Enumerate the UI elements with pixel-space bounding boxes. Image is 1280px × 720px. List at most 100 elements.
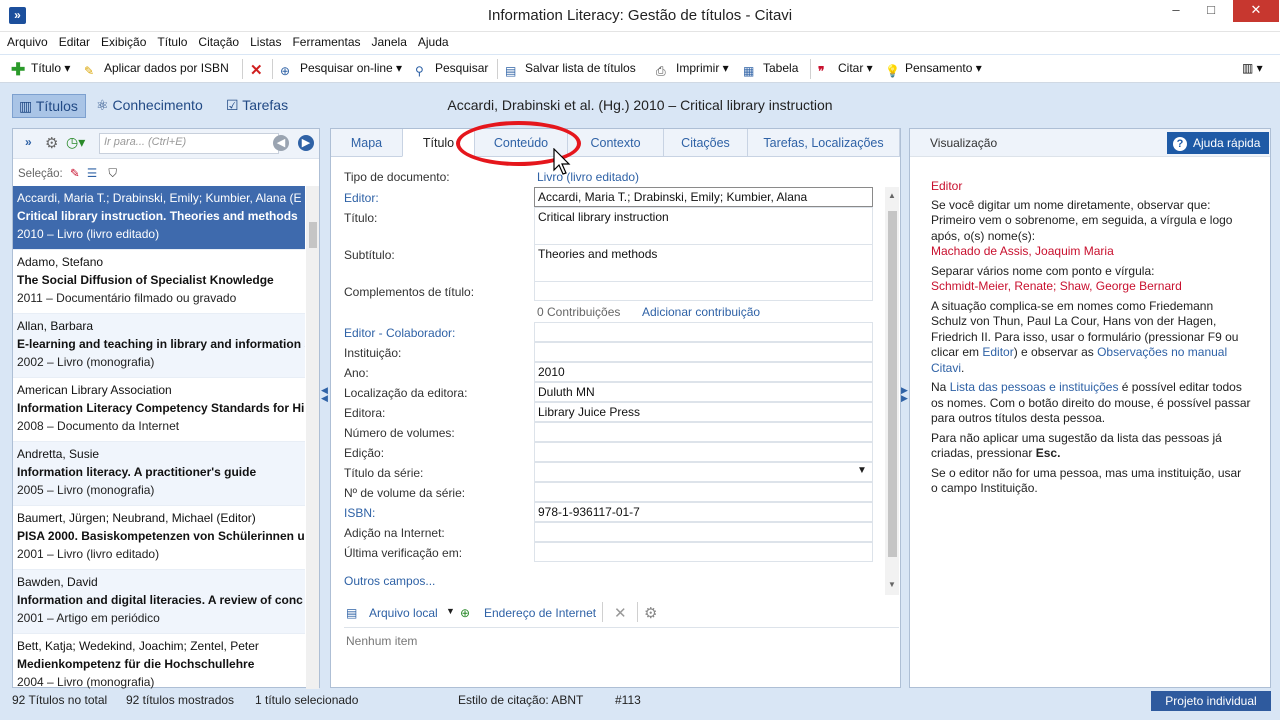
no-attachments-text: Nenhum item	[346, 634, 418, 648]
save-list-button[interactable]: ▤ Salvar lista de títulos	[505, 61, 636, 79]
editor-label-link[interactable]: Editor:	[344, 191, 379, 205]
menu-ferramentas[interactable]: Ferramentas	[285, 32, 364, 49]
editora-label: Editora:	[344, 406, 386, 420]
collapse-icon[interactable]: »	[25, 135, 32, 149]
more-fields-link[interactable]: Outros campos...	[344, 574, 435, 588]
edition-field[interactable]	[534, 442, 873, 462]
year-field[interactable]: 2010	[534, 362, 873, 382]
project-type-button[interactable]: Projeto individual	[1151, 691, 1271, 711]
isbn-field[interactable]: 978-1-936117-01-7	[534, 502, 873, 522]
forward-arrow-icon[interactable]: ▶	[298, 135, 314, 151]
collaborator-field[interactable]	[534, 322, 873, 342]
help-icon: ?	[1173, 137, 1187, 151]
nav-titulos-button[interactable]: ▥ Títulos	[12, 94, 86, 118]
title-supplement-field[interactable]	[534, 281, 873, 301]
help-link-editor[interactable]: Editor	[982, 345, 1013, 359]
title-field[interactable]: Critical library instruction	[534, 207, 873, 245]
isbn-label-link[interactable]: ISBN:	[344, 506, 375, 520]
help-example: Machado de Assis, Joaquim Maria	[931, 244, 1114, 258]
tab-contexto[interactable]: Contexto	[568, 129, 664, 157]
volumes-field[interactable]	[534, 422, 873, 442]
tab-tarefas-localizacoes[interactable]: Tarefas, Localizações	[748, 129, 900, 157]
menu-listas[interactable]: Listas	[243, 32, 285, 49]
dropdown-arrow-icon[interactable]: ▼	[446, 606, 455, 616]
menu-titulo[interactable]: Título	[150, 32, 191, 49]
gear-icon[interactable]: ⚙	[45, 134, 58, 152]
history-icon[interactable]: ◷▾	[66, 134, 85, 151]
menu-ajuda[interactable]: Ajuda	[411, 32, 453, 49]
place-field[interactable]: Duluth MN	[534, 382, 873, 402]
selection-label: Seleção:	[18, 168, 63, 180]
list-item[interactable]: American Library Association Information …	[13, 378, 305, 442]
list-item[interactable]: Baumert, Jürgen; Neubrand, Michael (Edit…	[13, 506, 305, 570]
list-item[interactable]: Allan, Barbara E-learning and teaching in…	[13, 314, 305, 378]
editor-field[interactable]: Accardi, Maria T.; Drabinski, Emily; Kum…	[534, 187, 873, 207]
right-splitter-handle[interactable]: ▶ ▶	[901, 386, 909, 432]
thought-button[interactable]: 💡 Pensamento ▾	[885, 61, 982, 79]
selection-list-icon[interactable]: ☰	[87, 168, 97, 180]
subtitle-field[interactable]: Theories and methods	[534, 244, 873, 282]
nav-conhecimento-button[interactable]: ⚛ Conhecimento	[90, 94, 209, 118]
menu-janela[interactable]: Janela	[365, 32, 411, 49]
list-item[interactable]: Andretta, Susie Information literacy. A p…	[13, 442, 305, 506]
internet-address-icon: ⊕	[460, 606, 471, 620]
internet-added-field[interactable]	[534, 522, 873, 542]
back-arrow-icon[interactable]: ◀	[273, 135, 289, 151]
separator	[637, 602, 638, 622]
goto-search-input[interactable]: Ir para... (Ctrl+E)	[99, 133, 279, 154]
help-paragraph: Para não aplicar uma sugestão da lista d…	[931, 430, 1222, 461]
local-file-button[interactable]: Arquivo local	[369, 606, 438, 620]
cite-button[interactable]: ❞ Citar ▾	[818, 61, 873, 79]
help-link-persons-list[interactable]: Lista das pessoas e instituições	[950, 380, 1119, 394]
table-button[interactable]: ▦ Tabela	[743, 61, 798, 79]
institution-field[interactable]	[534, 342, 873, 362]
collaborator-label-link[interactable]: Editor - Colaborador:	[344, 326, 455, 340]
list-item[interactable]: Adamo, Stefano The Social Diffusion of Sp…	[13, 250, 305, 314]
form-scrollbar[interactable]: ▲ ▼	[885, 187, 899, 595]
list-scrollbar[interactable]	[306, 186, 319, 689]
gear-icon[interactable]: ⚙	[644, 604, 657, 622]
add-contribution-link[interactable]: Adicionar contribuição	[642, 305, 760, 319]
list-item[interactable]: Bett, Katja; Wedekind, Joachim; Zentel, …	[13, 634, 305, 689]
status-selected: 1 título selecionado	[255, 693, 359, 707]
selection-filter-icon[interactable]: ✎	[70, 168, 80, 180]
nav-tarefas-button[interactable]: ☑ Tarefas	[220, 94, 294, 118]
navigator-bar: ▥ Títulos ⚛ Conhecimento ☑ Tarefas Accar…	[0, 84, 1280, 126]
print-button[interactable]: ⎙ Imprimir ▾	[656, 61, 729, 79]
tab-mapa[interactable]: Mapa	[331, 129, 403, 157]
menu-citacao[interactable]: Citação	[191, 32, 243, 49]
isbn-button[interactable]: ✎ Aplicar dados por ISBN	[84, 61, 229, 79]
quick-help-button[interactable]: ? Ajuda rápida	[1167, 132, 1269, 154]
menu-arquivo[interactable]: Arquivo	[0, 32, 52, 49]
delete-button[interactable]: ✕	[250, 61, 270, 79]
layout-icon[interactable]: ▥ ▾	[1242, 61, 1263, 79]
publisher-field[interactable]: Library Juice Press	[534, 402, 873, 422]
filter-icon[interactable]: ⛉	[108, 168, 117, 180]
verificacao-label: Última verificação em:	[344, 546, 463, 560]
maximize-button[interactable]: □	[1198, 0, 1224, 22]
tipo-label: Tipo de documento:	[344, 170, 450, 184]
search-button[interactable]: ⚲ Pesquisar	[415, 61, 488, 79]
menu-exibicao[interactable]: Exibição	[94, 32, 150, 49]
internet-address-button[interactable]: Endereço de Internet	[484, 606, 596, 620]
search-online-button[interactable]: ⊕ Pesquisar on-line ▾	[280, 61, 402, 79]
separator	[272, 59, 273, 79]
list-item[interactable]: Accardi, Maria T.; Drabinski, Emily; Kum…	[13, 186, 305, 250]
menu-editar[interactable]: Editar	[52, 32, 94, 49]
close-button[interactable]: ✕	[1233, 0, 1279, 22]
instituicao-label: Instituição:	[344, 346, 402, 360]
last-checked-field[interactable]	[534, 542, 873, 562]
save-list-icon: ▤	[505, 64, 517, 78]
dropdown-arrow-icon[interactable]: ▼	[857, 465, 867, 476]
status-citation-style[interactable]: Estilo de citação: ABNT	[458, 693, 583, 707]
minimize-button[interactable]: –	[1163, 0, 1189, 22]
series-dropdown[interactable]	[534, 462, 873, 482]
list-item[interactable]: Bawden, David Information and digital lit…	[13, 570, 305, 634]
status-shown: 92 títulos mostrados	[126, 693, 235, 707]
help-paragraph: Se você digitar um nome diretamente, obs…	[931, 197, 1233, 243]
delete-attachment-icon[interactable]: ✕	[614, 604, 627, 622]
new-title-button[interactable]: ✚ Título ▾	[11, 61, 70, 79]
series-volume-field[interactable]	[534, 482, 873, 502]
left-splitter-handle[interactable]: ◀ ◀	[321, 386, 329, 432]
tab-citacoes[interactable]: Citações	[664, 129, 748, 157]
